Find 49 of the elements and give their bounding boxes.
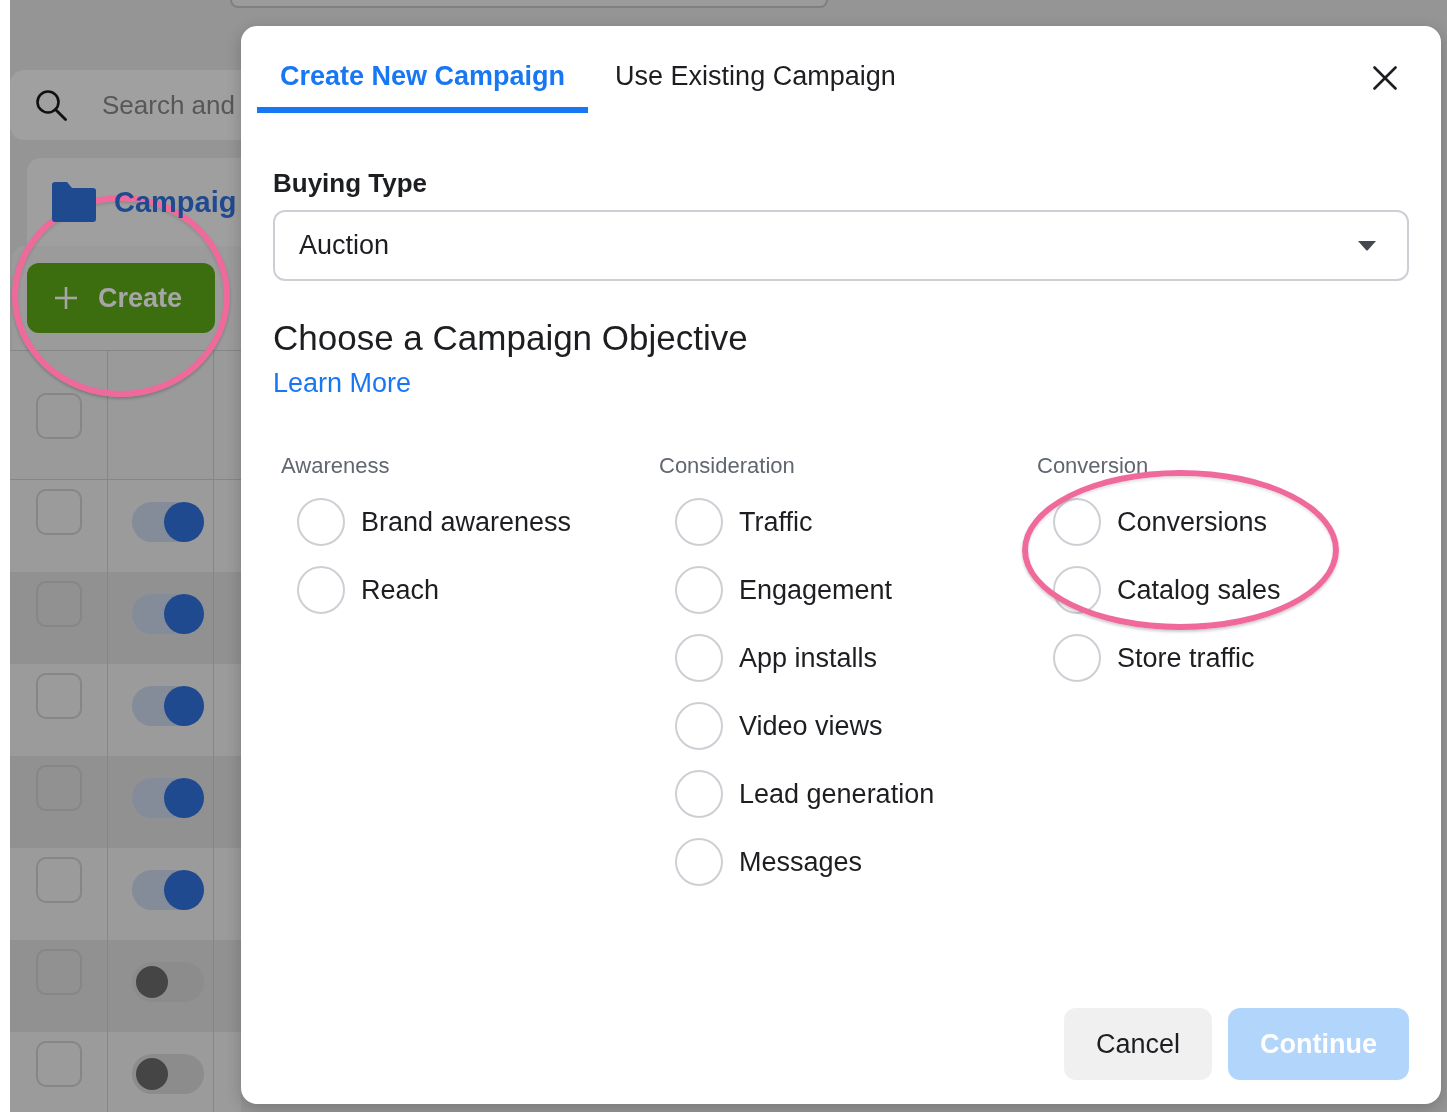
radio-button[interactable] xyxy=(675,702,723,750)
option-label: Engagement xyxy=(739,574,893,606)
radio-button[interactable] xyxy=(297,566,345,614)
option-label: Brand awareness xyxy=(361,506,572,538)
radio-button[interactable] xyxy=(675,498,723,546)
toggle-switch[interactable] xyxy=(132,778,204,818)
toggle-switch[interactable] xyxy=(132,686,204,726)
close-icon xyxy=(1373,66,1397,90)
dialog-tab[interactable]: Use Existing Campaign xyxy=(592,26,919,113)
caret-down-icon xyxy=(1357,240,1377,251)
radio-button[interactable] xyxy=(675,838,723,886)
toggle-switch[interactable] xyxy=(132,502,204,542)
search-icon xyxy=(35,89,67,121)
folder-icon xyxy=(52,182,96,222)
option-label: Video views xyxy=(739,710,883,742)
option-label: Messages xyxy=(739,846,863,878)
toggle-switch[interactable] xyxy=(132,962,204,1002)
search-field[interactable]: Search and xyxy=(102,85,241,125)
group-heading: Awareness xyxy=(281,452,390,480)
radio-button[interactable] xyxy=(297,498,345,546)
group-heading: Consideration xyxy=(659,452,795,480)
learn-more-link[interactable]: Learn More xyxy=(273,367,412,399)
checkbox[interactable] xyxy=(36,393,82,439)
section-heading: Choose a Campaign Objective xyxy=(273,317,748,359)
radio-button[interactable] xyxy=(675,566,723,614)
option-label: Store traffic xyxy=(1117,642,1255,674)
radio-button[interactable] xyxy=(1053,566,1101,614)
create-button[interactable]: Create xyxy=(27,263,215,333)
option-label: Lead generation xyxy=(739,778,935,810)
radio-button[interactable] xyxy=(1053,634,1101,682)
radio-button[interactable] xyxy=(675,634,723,682)
option-label: Catalog sales xyxy=(1117,574,1281,606)
option-label: Conversions xyxy=(1117,506,1268,538)
buying-type-dropdown[interactable]: Auction xyxy=(273,210,1409,281)
radio-button[interactable] xyxy=(1053,498,1101,546)
toggle-switch[interactable] xyxy=(132,1054,204,1094)
field-label: Buying Type xyxy=(273,167,428,199)
plus-icon xyxy=(54,286,78,310)
group-heading: Conversion xyxy=(1037,452,1149,480)
option-label: Traffic xyxy=(739,506,813,538)
toggle-switch[interactable] xyxy=(132,594,204,634)
radio-button[interactable] xyxy=(675,770,723,818)
toggle-switch[interactable] xyxy=(132,870,204,910)
dialog-tab[interactable]: Create New Campaign xyxy=(257,26,589,113)
cancel-button[interactable]: Cancel xyxy=(1063,1008,1212,1080)
search-bar[interactable]: Search and xyxy=(10,70,241,140)
close-button[interactable] xyxy=(1373,66,1397,90)
option-label: Reach xyxy=(361,574,440,606)
option-label: App installs xyxy=(739,642,878,674)
